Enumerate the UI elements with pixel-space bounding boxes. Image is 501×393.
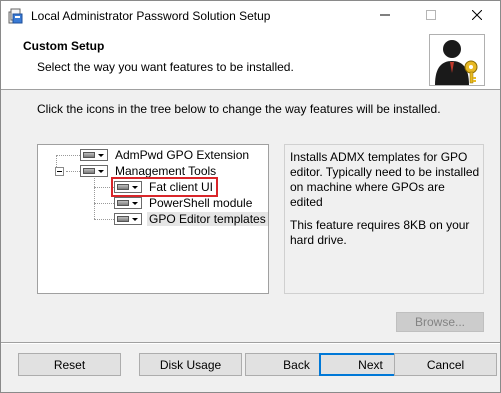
cancel-button[interactable]: Cancel	[394, 353, 497, 376]
feature-description-panel: Installs ADMX templates for GPO editor. …	[284, 144, 484, 294]
window-title: Local Administrator Password Solution Se…	[31, 9, 271, 23]
tree-item-label: GPO Editor templates	[147, 212, 268, 226]
feature-state-icon[interactable]	[80, 165, 108, 177]
feature-state-icon[interactable]	[80, 149, 108, 161]
reset-button[interactable]: Reset	[18, 353, 121, 376]
tree-item-label: Fat client UI	[149, 180, 214, 194]
tree-item-gpo-editor-templates[interactable]: GPO Editor templates	[114, 212, 268, 226]
minimize-icon	[380, 9, 390, 23]
tree-item-fat-client-ui[interactable]: Fat client UI	[110, 177, 219, 197]
close-icon	[471, 9, 483, 23]
tree-item-label: PowerShell module	[149, 196, 253, 210]
installer-icon	[8, 8, 24, 24]
disk-usage-button[interactable]: Disk Usage	[139, 353, 242, 376]
close-button[interactable]	[454, 1, 500, 31]
minimize-button[interactable]	[362, 1, 408, 31]
user-key-icon	[429, 34, 485, 86]
header-banner: Custom Setup Select the way you want fea…	[1, 31, 500, 90]
title-bar: Local Administrator Password Solution Se…	[1, 1, 500, 31]
collapse-expander[interactable]	[55, 167, 64, 176]
feature-size-requirement: This feature requires 8KB on your hard d…	[290, 218, 470, 247]
tree-item-powershell-module[interactable]: PowerShell module	[114, 196, 254, 210]
feature-description: Installs ADMX templates for GPO editor. …	[290, 150, 480, 209]
feature-state-icon[interactable]	[114, 213, 142, 225]
maximize-icon	[426, 9, 436, 23]
feature-state-icon[interactable]	[114, 197, 142, 209]
maximize-button[interactable]	[408, 1, 454, 31]
feature-tree[interactable]: AdmPwd GPO Extension Management Tools Fa…	[37, 144, 269, 294]
tree-item-label: AdmPwd GPO Extension	[115, 148, 250, 162]
browse-button[interactable]: Browse...	[396, 312, 484, 332]
instruction-text: Click the icons in the tree below to cha…	[37, 102, 441, 116]
tree-item-admpwd-gpo-extension[interactable]: AdmPwd GPO Extension	[80, 148, 251, 162]
feature-state-icon[interactable]	[114, 181, 142, 193]
setup-window: Local Administrator Password Solution Se…	[0, 0, 501, 393]
tree-item-management-tools[interactable]: Management Tools	[80, 164, 218, 178]
footer-separator	[1, 342, 500, 344]
page-title: Custom Setup	[23, 39, 105, 53]
tree-item-label: Management Tools	[115, 164, 217, 178]
page-subtitle: Select the way you want features to be i…	[37, 60, 294, 74]
